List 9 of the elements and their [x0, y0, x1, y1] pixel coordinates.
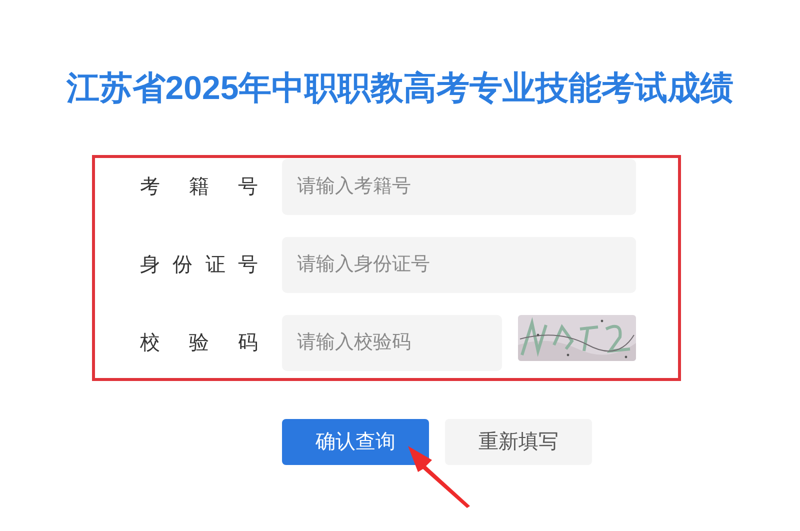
input-field[interactable]: 请输入考籍号 — [282, 159, 636, 215]
submit-button[interactable]: 确认查询 — [282, 419, 429, 465]
field-label: 校验码 — [140, 331, 258, 356]
input-field[interactable]: 请输入校验码 — [282, 315, 502, 371]
input-field[interactable]: 请输入身份证号 — [282, 237, 636, 293]
reset-button[interactable]: 重新填写 — [445, 419, 592, 465]
field-label: 身份证号 — [140, 253, 258, 278]
field-label: 考籍号 — [140, 175, 258, 200]
page-title: 江苏省2025年中职职教高考专业技能考试成绩 — [65, 68, 735, 108]
